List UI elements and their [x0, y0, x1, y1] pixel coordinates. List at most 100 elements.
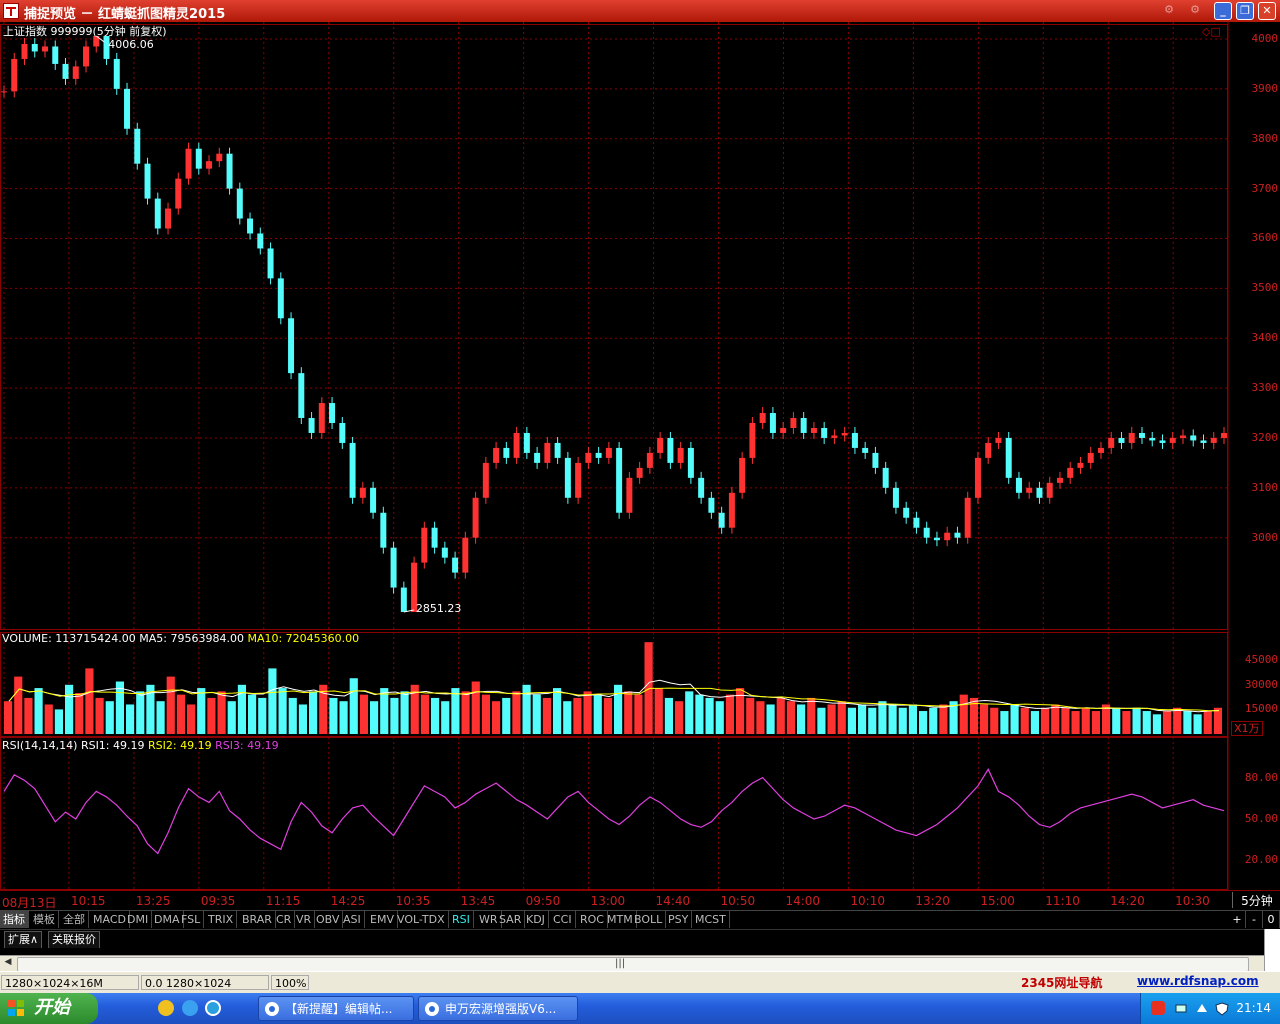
- tab-23[interactable]: PSY: [665, 911, 693, 928]
- candle-body: [503, 447, 510, 458]
- price-tick-label: 3800: [1251, 131, 1279, 145]
- volume-bar: [1122, 711, 1131, 734]
- hao-2345-link[interactable]: 2345网址导航: [1021, 974, 1102, 991]
- volume-bar: [827, 704, 836, 734]
- volume-bar: [898, 707, 907, 734]
- taskbar-item-swhy[interactable]: 申万宏源增强版V6...: [418, 996, 578, 1021]
- expand-tab[interactable]: 扩展∧: [4, 931, 43, 948]
- image-size-field: 1280×1024×16M: [1, 975, 139, 990]
- network-icon[interactable]: [1175, 1001, 1189, 1015]
- tab-17[interactable]: SAR: [496, 911, 526, 928]
- candle-body: [1046, 482, 1053, 498]
- period-selector[interactable]: 5分钟: [1232, 892, 1280, 908]
- candle-body: [1, 91, 7, 93]
- tab-15[interactable]: RSI: [449, 911, 474, 928]
- shield-icon[interactable]: [1215, 1001, 1229, 1016]
- horizontal-scrollbar[interactable]: ◀ |||: [0, 955, 1264, 972]
- rsi2-value: RSI2: 49.19: [148, 739, 212, 752]
- quicklaunch-icon-2[interactable]: [182, 1000, 198, 1016]
- candle-body: [175, 178, 182, 209]
- candle-body: [1015, 477, 1022, 493]
- candle-body: [1077, 462, 1084, 468]
- stock-chart-svg: [0, 22, 1280, 891]
- candle-body: [72, 66, 79, 79]
- scroll-left-arrow-icon[interactable]: ◀: [1, 957, 15, 970]
- candle-body: [985, 442, 992, 458]
- rdfsnap-link[interactable]: www.rdfsnap.com: [1137, 974, 1259, 988]
- volume-bar: [400, 691, 409, 734]
- time-tick-label: 10:50: [720, 894, 756, 908]
- tab-14[interactable]: VOL-TDX: [394, 911, 449, 928]
- volume-bar: [522, 684, 531, 734]
- volume-bar: [939, 704, 948, 734]
- candle-body: [226, 153, 233, 189]
- zoom-btn-1[interactable]: -: [1246, 911, 1263, 928]
- tab-18[interactable]: KDJ: [523, 911, 549, 928]
- related-quotes-tab[interactable]: 关联报价: [48, 931, 100, 948]
- volume-bar: [512, 691, 521, 734]
- candle-body: [923, 527, 930, 538]
- tab-8[interactable]: BRAR: [239, 911, 276, 928]
- candle-body: [667, 437, 674, 463]
- tab-6[interactable]: FSL: [178, 911, 205, 928]
- candle-body: [257, 233, 264, 249]
- faint-gear-icon: ⚙: [1164, 3, 1174, 16]
- volume-ma5: MA5: 79563984.00: [139, 632, 244, 645]
- scroll-thumb[interactable]: [17, 957, 1249, 972]
- volume-bar: [532, 694, 541, 734]
- tab-19[interactable]: CCI: [550, 911, 576, 928]
- tab-2[interactable]: 全部: [60, 911, 89, 928]
- candle-body: [698, 477, 705, 498]
- app-icon[interactable]: [3, 3, 19, 19]
- volume-bar: [248, 694, 257, 734]
- candle-body: [995, 437, 1002, 443]
- connection-icon[interactable]: [1195, 1001, 1209, 1015]
- chart-area[interactable]: 上证指数 999999(5分钟 前复权) ◇□ 4006.06 2851.23 …: [0, 22, 1280, 910]
- volume-bar: [1010, 704, 1019, 734]
- volume-bar: [298, 704, 307, 734]
- tab-1[interactable]: 模板: [30, 911, 59, 928]
- tab-7[interactable]: TRIX: [205, 911, 238, 928]
- close-button[interactable]: ✕: [1258, 2, 1276, 20]
- candle-body: [790, 418, 797, 428]
- volume-bar: [980, 704, 989, 734]
- volume-bar: [654, 688, 663, 734]
- tab-10[interactable]: VR: [293, 911, 316, 928]
- tab-4[interactable]: DMI: [124, 911, 153, 928]
- tab-11[interactable]: OBV: [313, 911, 344, 928]
- restore-button[interactable]: ❐: [1236, 2, 1254, 20]
- tab-9[interactable]: CR: [273, 911, 296, 928]
- tab-12[interactable]: ASI: [340, 911, 365, 928]
- zoom-btn-2[interactable]: 0: [1263, 911, 1280, 928]
- candle-body: [1179, 435, 1186, 438]
- volume-tick-label: 30000: [1244, 677, 1278, 691]
- pane-toggle-icon[interactable]: ◇□: [1202, 25, 1221, 38]
- vertical-scrollbar[interactable]: [1264, 929, 1280, 971]
- candle-body: [851, 432, 858, 448]
- candle-body: [52, 46, 59, 64]
- time-tick-label: 10:30: [1175, 894, 1210, 908]
- quicklaunch-icon-1[interactable]: [158, 1000, 174, 1016]
- candle-body: [1138, 432, 1145, 438]
- candle-body: [585, 452, 592, 463]
- status-bar: 1280×1024×16M 0.0 1280×1024 100% 2345网址导…: [0, 971, 1280, 994]
- sogou-input-icon[interactable]: [1151, 1001, 1165, 1015]
- candle-body: [298, 373, 305, 419]
- minimize-button[interactable]: _: [1214, 2, 1232, 20]
- tab-22[interactable]: BOLL: [631, 911, 667, 928]
- candle-body: [718, 512, 725, 528]
- taskbar-item-forum[interactable]: 【新提醒】编辑帖...: [258, 996, 414, 1021]
- candle-body: [595, 452, 602, 458]
- browser-icon[interactable]: [205, 1000, 221, 1016]
- zoom-btn-0[interactable]: +: [1229, 911, 1246, 928]
- tab-0[interactable]: 指标: [0, 911, 29, 928]
- candle-body: [657, 437, 664, 453]
- volume-bar: [563, 701, 572, 734]
- start-button[interactable]: 开始: [0, 993, 98, 1024]
- volume-bar: [166, 676, 175, 734]
- candle-body: [113, 58, 120, 89]
- scroll-grip-icon: |||: [615, 958, 626, 969]
- tab-24[interactable]: MCST: [692, 911, 730, 928]
- candle-body: [636, 467, 643, 478]
- volume-bar: [614, 684, 623, 734]
